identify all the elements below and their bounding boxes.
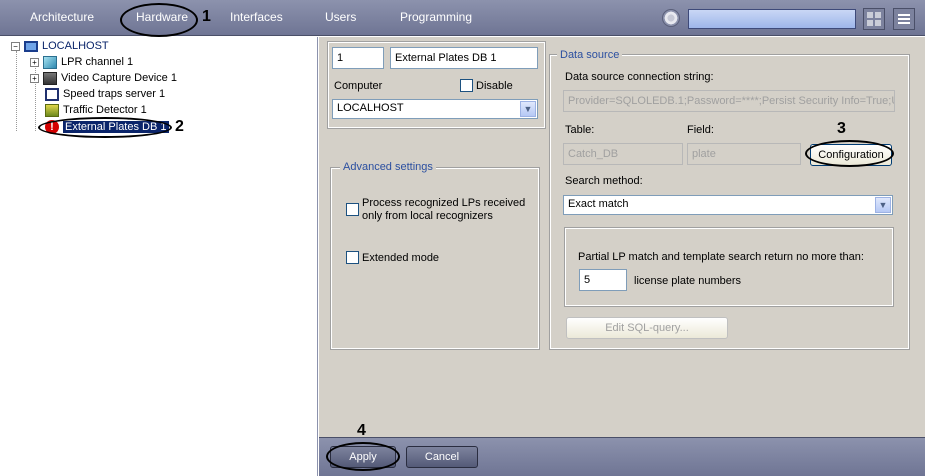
- disable-label: Disable: [476, 80, 513, 92]
- tree-item-video-capture[interactable]: + Video Capture Device 1: [30, 70, 177, 86]
- limit-field[interactable]: 5: [579, 269, 627, 291]
- search-method-label: Search method:: [565, 175, 643, 187]
- expand-icon[interactable]: +: [30, 57, 39, 67]
- expand-icon[interactable]: +: [30, 73, 39, 83]
- configuration-highlight: [805, 140, 894, 167]
- hardware-tab-highlight: [120, 3, 198, 37]
- lpr-channel-icon: [43, 55, 57, 69]
- extended-mode-checkbox[interactable]: [346, 251, 359, 264]
- tree-item-speed-traps[interactable]: Speed traps server 1: [45, 86, 165, 102]
- apply-highlight: [326, 442, 400, 471]
- tab-interfaces[interactable]: Interfaces: [230, 10, 283, 24]
- edit-sql-query-button[interactable]: Edit SQL-query...: [566, 317, 728, 339]
- process-local-checkbox[interactable]: [346, 203, 359, 216]
- connection-string-label: Data source connection string:: [565, 71, 714, 83]
- tree-item-localhost[interactable]: − LOCALHOST: [11, 38, 109, 54]
- advanced-settings-title: Advanced settings: [340, 161, 436, 173]
- tree-item-label: Speed traps server 1: [63, 88, 166, 100]
- callout-1: 1: [202, 8, 211, 25]
- computer-select-value: LOCALHOST: [337, 102, 404, 114]
- chevron-down-icon[interactable]: ▼: [520, 101, 536, 117]
- tab-users[interactable]: Users: [325, 10, 356, 24]
- top-search-input[interactable]: [688, 9, 856, 29]
- menu-icon[interactable]: [893, 8, 915, 30]
- settings-gear-icon[interactable]: [662, 9, 680, 27]
- process-local-label-2: only from local recognizers: [362, 210, 493, 222]
- speed-traps-icon: [45, 87, 59, 101]
- callout-4: 4: [357, 422, 366, 439]
- field-field[interactable]: plate: [687, 143, 801, 165]
- process-local-label-1: Process recognized LPs received: [362, 197, 526, 209]
- extended-mode-label: Extended mode: [362, 252, 440, 264]
- tree-item-traffic-detector[interactable]: Traffic Detector 1: [45, 102, 147, 118]
- table-label: Table:: [565, 124, 595, 136]
- collapse-icon[interactable]: −: [11, 41, 20, 51]
- computer-icon: [24, 40, 38, 52]
- tree-item-label: Traffic Detector 1: [63, 104, 147, 116]
- object-id-field[interactable]: 1: [332, 47, 384, 69]
- connection-string-field[interactable]: Provider=SQLOLEDB.1;Password=****;Persis…: [563, 90, 895, 112]
- object-name-field[interactable]: External Plates DB 1: [390, 47, 538, 69]
- computer-select[interactable]: LOCALHOST ▼: [332, 99, 538, 119]
- data-source-title: Data source: [557, 49, 623, 61]
- traffic-detector-icon: [45, 103, 59, 117]
- search-method-value: Exact match: [568, 198, 629, 210]
- tree-item-label: LPR channel 1: [61, 56, 134, 68]
- object-tree: − LOCALHOST + LPR channel 1 + Video Capt…: [0, 37, 318, 476]
- callout-3: 3: [837, 120, 846, 137]
- table-field[interactable]: Catch_DB: [563, 143, 683, 165]
- selected-item-highlight: [38, 117, 172, 138]
- video-capture-icon: [43, 71, 57, 85]
- tree-item-label: Video Capture Device 1: [61, 72, 177, 84]
- tab-programming[interactable]: Programming: [400, 10, 472, 24]
- cancel-button[interactable]: Cancel: [406, 446, 478, 468]
- computer-label: Computer: [334, 80, 383, 92]
- callout-2: 2: [175, 118, 184, 135]
- tab-architecture[interactable]: Architecture: [30, 10, 94, 24]
- limit-suffix-label: license plate numbers: [634, 275, 742, 287]
- partial-match-label: Partial LP match and template search ret…: [578, 251, 864, 263]
- grid-view-icon[interactable]: [863, 8, 885, 30]
- field-label: Field:: [687, 124, 714, 136]
- tree-item-label: LOCALHOST: [42, 40, 109, 52]
- partial-match-group: [564, 227, 894, 307]
- chevron-down-icon[interactable]: ▼: [875, 197, 891, 213]
- search-method-select[interactable]: Exact match ▼: [563, 195, 893, 215]
- disable-checkbox[interactable]: [460, 79, 473, 92]
- tree-item-lpr-channel[interactable]: + LPR channel 1: [30, 54, 133, 70]
